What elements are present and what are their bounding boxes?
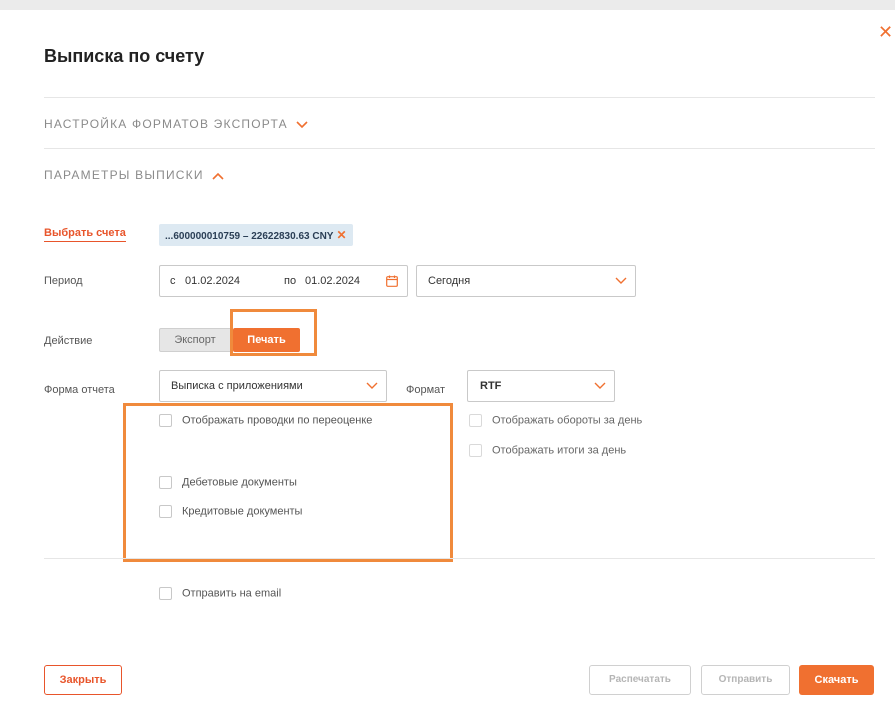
- report-form-label: Форма отчета: [44, 384, 115, 396]
- chevron-down-icon: [296, 121, 308, 128]
- divider: [44, 148, 875, 149]
- period-from-value: 01.02.2024: [185, 275, 241, 287]
- daily-totals-label: Отображать итоги за день: [492, 444, 627, 457]
- period-to-value: 01.02.2024: [305, 275, 361, 287]
- checkbox-box[interactable]: [159, 587, 172, 600]
- period-to-prefix: по: [284, 275, 297, 287]
- checkbox-box[interactable]: [469, 414, 482, 427]
- daily-turnover-checkbox[interactable]: Отображать обороты за день: [469, 414, 642, 427]
- divider: [44, 97, 875, 98]
- format-label: Формат: [406, 384, 446, 396]
- selected-account-tag: ...600000010759 – 22622830.63 CNY ✕: [159, 224, 353, 246]
- period-preset-value: Сегодня: [428, 275, 471, 287]
- action-label: Действие: [44, 335, 93, 347]
- chevron-down-icon: [366, 382, 378, 389]
- print-button[interactable]: Распечатать: [589, 665, 691, 695]
- report-form-value: Выписка с приложениями: [171, 380, 303, 392]
- highlight-box: [123, 403, 453, 562]
- divider: [44, 558, 875, 559]
- section-statement-params-label: ПАРАМЕТРЫ ВЫПИСКИ: [44, 168, 204, 182]
- report-form-select[interactable]: Выписка с приложениями: [159, 370, 387, 402]
- format-value: RTF: [480, 380, 502, 392]
- section-export-formats-label: НАСТРОЙКА ФОРМАТОВ ЭКСПОРТА: [44, 117, 288, 131]
- selected-account-text: ...600000010759 – 22622830.63 CNY: [165, 231, 334, 242]
- section-statement-params[interactable]: ПАРАМЕТРЫ ВЫПИСКИ: [44, 168, 224, 182]
- remove-account-icon[interactable]: ✕: [336, 228, 346, 242]
- period-preset-select[interactable]: Сегодня: [416, 265, 636, 297]
- daily-turnover-label: Отображать обороты за день: [492, 414, 643, 427]
- chevron-down-icon: [615, 277, 627, 284]
- download-button[interactable]: Скачать: [799, 665, 874, 695]
- calendar-icon[interactable]: [386, 275, 398, 287]
- close-icon[interactable]: ✕: [878, 23, 893, 41]
- highlight-box: [230, 309, 317, 356]
- period-from-prefix: с: [170, 275, 176, 287]
- statement-dialog: ✕ Выписка по счету НАСТРОЙКА ФОРМАТОВ ЭК…: [0, 10, 895, 716]
- send-button[interactable]: Отправить: [701, 665, 790, 695]
- checkbox-box[interactable]: [469, 444, 482, 457]
- chevron-up-icon: [212, 172, 224, 180]
- period-range-field[interactable]: с 01.02.2024 по 01.02.2024: [159, 265, 408, 297]
- dialog-title: Выписка по счету: [44, 46, 205, 66]
- section-export-formats[interactable]: НАСТРОЙКА ФОРМАТОВ ЭКСПОРТА: [44, 117, 308, 131]
- chevron-down-icon: [594, 382, 606, 389]
- period-label: Период: [44, 275, 83, 287]
- export-toggle-button[interactable]: Экспорт: [159, 328, 231, 352]
- close-button[interactable]: Закрыть: [44, 665, 122, 695]
- select-accounts-link[interactable]: Выбрать счета: [44, 227, 126, 242]
- send-email-checkbox[interactable]: Отправить на email: [159, 587, 281, 600]
- send-email-label: Отправить на email: [182, 587, 282, 600]
- format-select[interactable]: RTF: [467, 370, 615, 402]
- daily-totals-checkbox[interactable]: Отображать итоги за день: [469, 444, 626, 457]
